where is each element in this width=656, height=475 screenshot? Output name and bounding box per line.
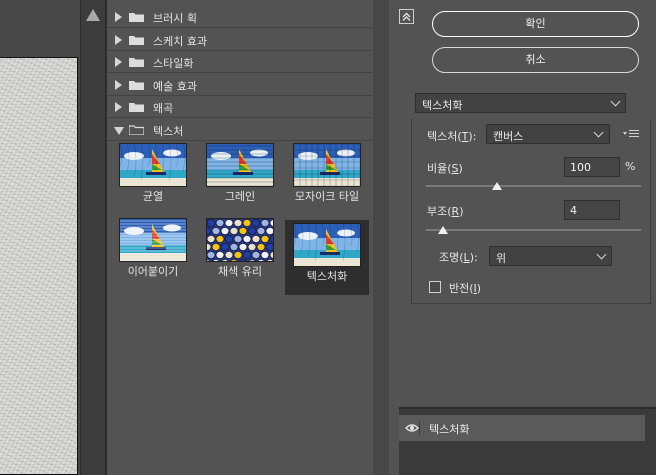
filter-thumbnail-label: 이어붙이기 — [127, 265, 179, 278]
scaling-slider[interactable] — [426, 182, 641, 190]
eye-icon[interactable] — [405, 423, 419, 433]
filter-preview-image[interactable] — [206, 218, 274, 262]
expand-right-icon[interactable] — [115, 79, 122, 90]
texture-label: 텍스처(T): — [427, 130, 477, 143]
folder-row[interactable]: 예술 효과 — [107, 74, 372, 96]
filter-gallery: 브러시 획스케치 효과스타일화예술 효과왜곡텍스처 균열 그레인 모자이크 타일이어… — [105, 0, 389, 475]
folder-icon — [129, 57, 144, 67]
folder-icon — [129, 12, 144, 22]
filter-preview-image[interactable] — [119, 218, 187, 262]
folder-icon — [129, 124, 144, 135]
filter-preview-image[interactable] — [293, 143, 361, 187]
filter-thumbnail[interactable]: 균열 — [111, 140, 195, 215]
effect-layer-label: 텍스처화 — [429, 423, 470, 436]
filter-thumbnail[interactable]: 이어붙이기 — [111, 215, 195, 290]
filter-preview-image[interactable] — [293, 223, 361, 267]
filter-thumbnail-label: 텍스처화 — [306, 270, 348, 283]
light-dropdown[interactable]: 위 — [489, 246, 612, 266]
filter-preview-image[interactable] — [119, 143, 187, 187]
texture-dropdown[interactable]: 캔버스 — [486, 124, 610, 144]
gallery-scrollbar[interactable] — [373, 0, 389, 475]
expand-right-icon[interactable] — [115, 57, 122, 67]
light-dropdown-value: 위 — [496, 252, 507, 265]
filter-select[interactable]: 텍스처화 — [415, 93, 626, 113]
filter-thumbnail[interactable]: 모자이크 타일 — [285, 140, 369, 215]
folder-row[interactable]: 스타일화 — [107, 51, 372, 73]
folder-label: 스타일화 — [153, 57, 194, 70]
chevron-down-icon — [593, 127, 604, 138]
preview-canvas[interactable] — [0, 57, 78, 475]
folder-row[interactable]: 브러시 획 — [107, 6, 372, 28]
ok-button[interactable]: 확인 — [432, 11, 639, 37]
filter-thumbnail-label: 그레인 — [224, 190, 256, 203]
folder-icon — [129, 80, 144, 90]
folder-label: 브러시 획 — [153, 12, 197, 25]
cancel-button[interactable]: 취소 — [432, 47, 639, 73]
collapse-icon — [402, 12, 411, 21]
expand-right-icon[interactable] — [115, 34, 122, 45]
light-label: 조명(L): — [439, 251, 478, 264]
filter-thumbnail[interactable]: 채색 유리 — [198, 215, 282, 290]
scaling-slider-thumb[interactable] — [491, 182, 502, 190]
folder-label: 왜곡 — [153, 102, 174, 115]
filter-thumbnail[interactable]: 그레인 — [198, 140, 282, 215]
folder-icon — [129, 35, 144, 45]
folder-row[interactable]: 왜곡 — [107, 96, 372, 118]
relief-slider-thumb[interactable] — [438, 226, 449, 234]
invert-checkbox[interactable] — [429, 281, 441, 293]
relief-input[interactable]: 4 — [564, 200, 620, 220]
filter-preview-image[interactable] — [206, 143, 274, 187]
folder-icon — [129, 102, 144, 112]
texture-dropdown-value: 캔버스 — [493, 130, 524, 143]
layer-divider — [419, 421, 420, 435]
folder-label: 텍스처 — [153, 124, 184, 138]
effect-layer-item[interactable]: 텍스처화 — [399, 415, 645, 441]
expand-down-icon[interactable] — [114, 126, 124, 135]
scaling-input[interactable]: 100 — [564, 157, 620, 177]
filter-select-value: 텍스처화 — [422, 99, 463, 112]
filter-thumbnail-label: 채색 유리 — [218, 265, 262, 278]
scroll-up-icon[interactable] — [86, 9, 100, 21]
collapse-gallery-button[interactable] — [399, 9, 414, 24]
texture-menu-icon[interactable] — [623, 129, 639, 139]
relief-label: 부조(R) — [427, 205, 464, 218]
invert-label: 반전(I) — [449, 282, 482, 295]
expand-right-icon[interactable] — [115, 102, 122, 112]
relief-slider[interactable] — [426, 226, 641, 234]
scaling-unit: % — [625, 160, 636, 173]
filter-thumbnail-label: 모자이크 타일 — [294, 190, 360, 203]
folder-row[interactable]: 스케치 효과 — [107, 29, 372, 51]
preview-pane — [0, 0, 105, 475]
preview-scrollbar[interactable] — [80, 0, 105, 475]
effect-layers-panel: 텍스처화 — [399, 407, 656, 475]
folder-row[interactable]: 텍스처 — [107, 119, 372, 141]
filter-thumbnail-label: 균열 — [142, 190, 164, 203]
scaling-label: 비율(S) — [427, 162, 463, 175]
chevron-down-icon — [596, 249, 607, 260]
settings-panel: 확인 취소 텍스처화 텍스처(T): 캔버스 비율(S) 100 % 부조(R)… — [389, 0, 656, 475]
folder-label: 예술 효과 — [153, 79, 197, 93]
folder-label: 스케치 효과 — [153, 34, 208, 48]
chevron-down-icon — [610, 96, 621, 107]
filter-thumbnail[interactable]: 텍스처화 — [285, 220, 369, 295]
expand-right-icon[interactable] — [115, 12, 122, 22]
